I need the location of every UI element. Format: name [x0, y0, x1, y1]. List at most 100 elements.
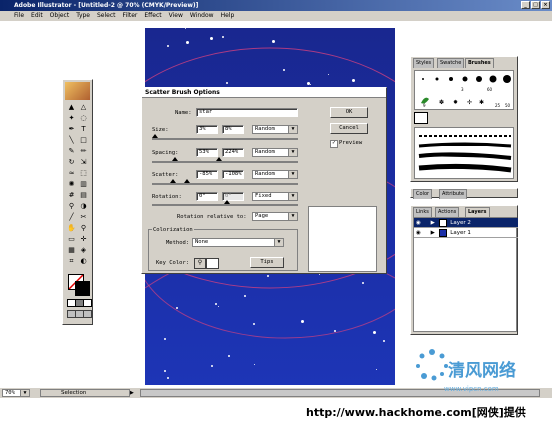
tab-swatches[interactable]: Swatche: [437, 58, 465, 68]
gradient-tool-icon[interactable]: ▤: [78, 190, 89, 200]
pencil-icon[interactable]: ✏: [78, 146, 89, 156]
size-min-field[interactable]: 3%: [196, 125, 218, 134]
eraser-tool-icon[interactable]: ◐: [78, 256, 89, 266]
free-transform-icon[interactable]: ⬚: [78, 168, 89, 178]
scatter-min-field[interactable]: -85%: [196, 170, 218, 179]
rotation-slider[interactable]: [152, 204, 298, 206]
menu-filter[interactable]: Filter: [123, 11, 138, 21]
line-tool-icon[interactable]: ╲: [66, 135, 77, 145]
menu-effect[interactable]: Effect: [144, 11, 161, 21]
tab-styles[interactable]: Styles: [413, 58, 435, 68]
size-max-field[interactable]: 8%: [222, 125, 244, 134]
menu-view[interactable]: View: [169, 11, 183, 21]
measure-tool-icon[interactable]: ✛: [78, 234, 89, 244]
tab-layers[interactable]: Layers: [465, 207, 490, 217]
key-color-swatch[interactable]: [206, 258, 219, 269]
size-mode-select[interactable]: Random ▼: [252, 125, 298, 134]
slice-tool-icon[interactable]: ╱: [66, 212, 77, 222]
selected-brush-swatch[interactable]: [414, 112, 428, 124]
spacing-mode-select[interactable]: Random ▼: [252, 148, 298, 157]
eyedropper-icon[interactable]: ⚲: [66, 201, 77, 211]
rotation-mode-select[interactable]: Fixed ▼: [252, 192, 298, 201]
page-tool-icon[interactable]: ▭: [66, 234, 77, 244]
lasso-icon[interactable]: ◌: [78, 113, 89, 123]
menu-type[interactable]: Type: [76, 11, 90, 21]
spacing-max-field[interactable]: 224%: [222, 148, 244, 157]
scatter-mode-select[interactable]: Random ▼: [252, 170, 298, 179]
spacing-min-field[interactable]: 53%: [196, 148, 218, 157]
eye-icon[interactable]: ◉: [416, 230, 421, 236]
menu-file[interactable]: File: [14, 11, 24, 21]
zoom-select[interactable]: 70% ▼: [2, 389, 30, 397]
cancel-button[interactable]: Cancel: [330, 123, 368, 134]
menu-window[interactable]: Window: [190, 11, 214, 21]
spacing-slider[interactable]: [152, 161, 298, 163]
svg-text:✽: ✽: [439, 99, 444, 106]
maximize-button[interactable]: □: [531, 1, 540, 9]
mesh-tool-icon[interactable]: #: [66, 190, 77, 200]
menu-select[interactable]: Select: [97, 11, 116, 21]
expand-arrow-icon[interactable]: ▶: [431, 220, 435, 226]
tab-actions[interactable]: Actions: [435, 207, 460, 217]
rectangle-tool-icon[interactable]: □: [78, 135, 89, 145]
status-arrow-icon[interactable]: ▶: [130, 389, 138, 397]
minimize-button[interactable]: _: [521, 1, 530, 9]
hand-tool-icon[interactable]: ✋: [66, 223, 77, 233]
tab-links[interactable]: Links: [413, 207, 432, 217]
rotate-tool-icon[interactable]: ↻: [66, 157, 77, 167]
eye-icon[interactable]: ◉: [416, 220, 421, 226]
chart-tool-icon[interactable]: ▦: [66, 245, 77, 255]
scatter-slider-thumb-min[interactable]: [170, 179, 176, 183]
paintbrush-icon[interactable]: ✎: [66, 146, 77, 156]
zoom-tool-icon[interactable]: ⚲: [78, 223, 89, 233]
menu-object[interactable]: Object: [50, 11, 70, 21]
size-slider-thumb[interactable]: [152, 134, 158, 138]
preview-checkbox[interactable]: ✓: [330, 140, 338, 148]
scatter-brushes-grid[interactable]: 3 60 9 25 50 ✽ ✸ ✢ ✱: [414, 70, 514, 110]
art-brushes-list[interactable]: [414, 127, 514, 179]
scatter-max-field[interactable]: -108%: [222, 170, 244, 179]
layer-row-layer-1[interactable]: ◉ ▶ Layer 1: [414, 228, 518, 238]
magic-wand-icon[interactable]: ✦: [66, 113, 77, 123]
rotation-min-field[interactable]: 0°: [196, 192, 218, 201]
graph-tool-icon[interactable]: ▥: [78, 179, 89, 189]
layer-row-layer-2[interactable]: ◉ ▶ Layer 2: [414, 218, 518, 228]
scissors-icon[interactable]: ✂: [78, 212, 89, 222]
menu-edit[interactable]: Edit: [31, 11, 43, 21]
status-field[interactable]: Selection: [40, 389, 130, 397]
menu-help[interactable]: Help: [221, 11, 235, 21]
crop-tool-icon[interactable]: ⌗: [66, 256, 77, 266]
mesh2-tool-icon[interactable]: ◈: [78, 245, 89, 255]
scatter-slider-thumb-max[interactable]: [184, 179, 190, 183]
spacing-slider-thumb-min[interactable]: [172, 157, 178, 161]
layer-name[interactable]: Layer 2: [450, 220, 471, 226]
scatter-slider[interactable]: [152, 183, 298, 185]
spacing-slider-thumb-max[interactable]: [216, 157, 222, 161]
ok-button[interactable]: OK: [330, 107, 368, 118]
pen-tool-icon[interactable]: ✒: [66, 124, 77, 134]
method-select[interactable]: None ▼: [192, 238, 284, 247]
symbol-sprayer-icon[interactable]: ✺: [66, 179, 77, 189]
direct-selection-icon[interactable]: △: [78, 102, 89, 112]
rotation-relative-select[interactable]: Page ▼: [252, 212, 298, 221]
name-field[interactable]: star: [196, 108, 298, 117]
stroke-color-swatch[interactable]: [75, 281, 90, 296]
type-tool-icon[interactable]: T: [78, 124, 89, 134]
selection-tool-icon[interactable]: ▲: [66, 102, 77, 112]
svg-text:50: 50: [505, 103, 511, 108]
scale-tool-icon[interactable]: ⇲: [78, 157, 89, 167]
tab-color[interactable]: Color: [413, 189, 433, 199]
svg-text:✸: ✸: [453, 99, 458, 106]
blend-tool-icon[interactable]: ◑: [78, 201, 89, 211]
size-slider[interactable]: [152, 138, 298, 140]
tab-attribute[interactable]: Attribute: [439, 189, 468, 199]
full-screen-icon[interactable]: [83, 310, 92, 318]
warp-tool-icon[interactable]: ≈: [66, 168, 77, 178]
tips-button[interactable]: Tips: [250, 257, 284, 268]
eyedropper-icon[interactable]: ⚲: [194, 258, 206, 269]
rotation-slider-thumb[interactable]: [224, 200, 230, 204]
close-button[interactable]: ×: [541, 1, 550, 9]
expand-arrow-icon[interactable]: ▶: [431, 230, 435, 236]
none-mode-icon[interactable]: [83, 299, 92, 307]
tab-brushes[interactable]: Brushes: [465, 58, 494, 68]
